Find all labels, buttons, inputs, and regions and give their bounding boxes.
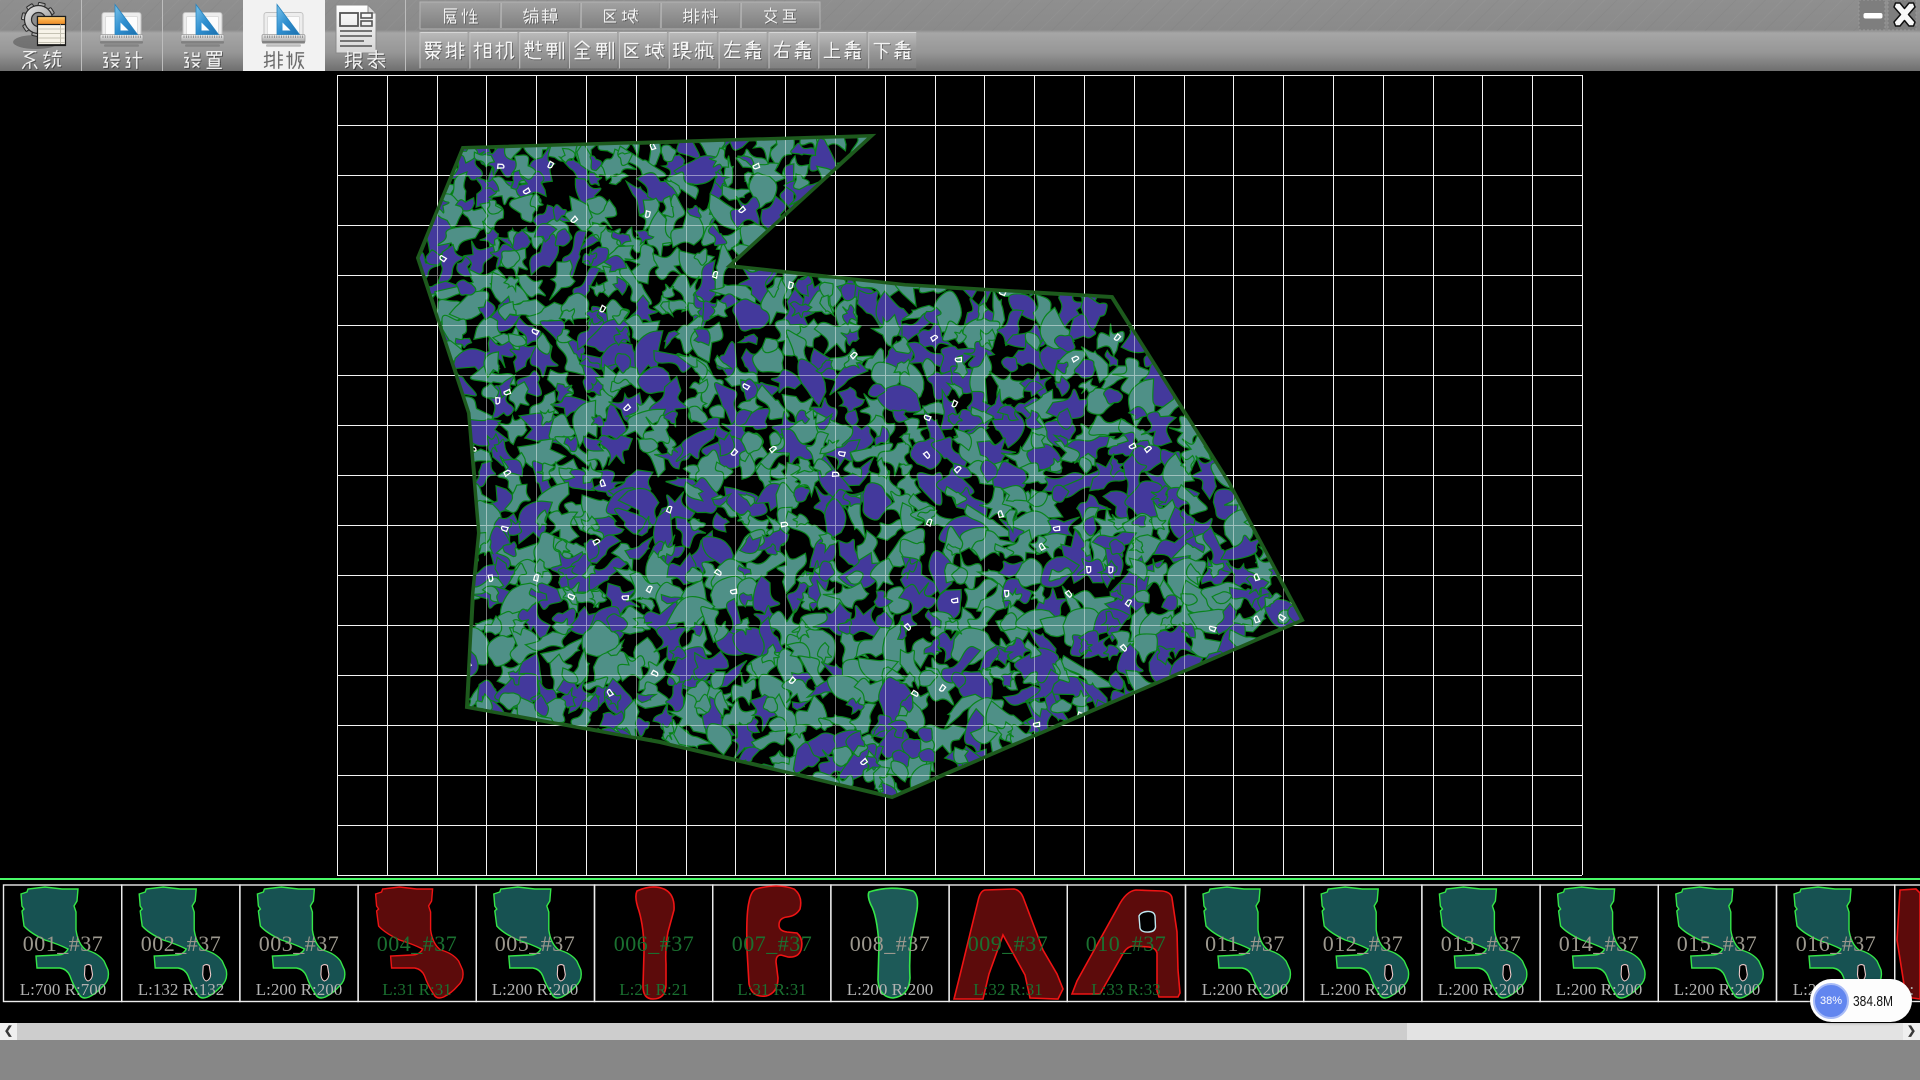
svg-text:007_#37: 007_#37 — [732, 931, 813, 956]
svg-text:003_#37: 003_#37 — [259, 931, 340, 956]
svg-text:L:200 R:200: L:200 R:200 — [492, 980, 578, 999]
svg-text:012_#37: 012_#37 — [1323, 931, 1404, 956]
svg-text:L:200 R:200: L:200 R:200 — [847, 980, 933, 999]
svg-text:002_#37: 002_#37 — [141, 931, 222, 956]
svg-text:L:33 R:33: L:33 R:33 — [1091, 980, 1160, 999]
svg-text:005_#37: 005_#37 — [495, 931, 576, 956]
svg-text:008_#37: 008_#37 — [850, 931, 931, 956]
svg-text:L:700 R:700: L:700 R:700 — [20, 980, 106, 999]
svg-text:004_#37: 004_#37 — [377, 931, 458, 956]
svg-text:010_#37: 010_#37 — [1086, 931, 1167, 956]
svg-text:L:200 R:200: L:200 R:200 — [1556, 980, 1642, 999]
svg-text:L:200 R:200: L:200 R:200 — [1438, 980, 1524, 999]
svg-text:L:31 R:31: L:31 R:31 — [737, 980, 806, 999]
svg-text:L:200 R:200: L:200 R:200 — [1202, 980, 1288, 999]
svg-text:006_#37: 006_#37 — [614, 931, 695, 956]
svg-text:014_#37: 014_#37 — [1559, 931, 1640, 956]
svg-text:L:31 R:31: L:31 R:31 — [382, 980, 451, 999]
svg-text:L:132 R:132: L:132 R:132 — [138, 980, 224, 999]
svg-text:015_#37: 015_#37 — [1677, 931, 1758, 956]
svg-text:001_#37: 001_#37 — [23, 931, 104, 956]
svg-text:L:200 R:200: L:200 R:200 — [256, 980, 342, 999]
svg-text:013_#37: 013_#37 — [1441, 931, 1522, 956]
svg-text:011_#37: 011_#37 — [1205, 931, 1285, 956]
svg-text:016_#37: 016_#37 — [1796, 931, 1877, 956]
svg-text:L:200 R:200: L:200 R:200 — [1320, 980, 1406, 999]
svg-text:L:32 R:31: L:32 R:31 — [973, 980, 1042, 999]
svg-text:L:21 R:21: L:21 R:21 — [619, 980, 688, 999]
svg-text:009_#37: 009_#37 — [968, 931, 1049, 956]
svg-text:L:200 R:200: L:200 R:200 — [1674, 980, 1760, 999]
